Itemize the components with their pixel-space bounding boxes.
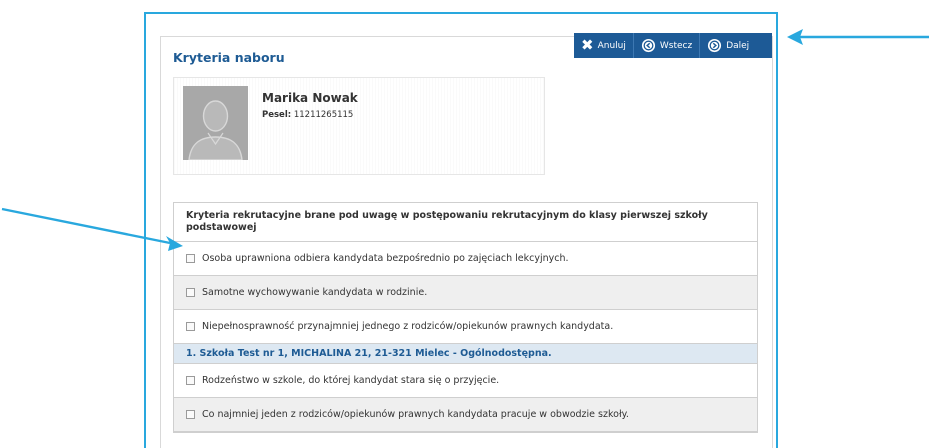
stage: Kryteria naboru ✖ Anuluj Wstecz Dalej Ma… (0, 0, 931, 448)
arrow-icon (787, 29, 929, 45)
arrow-icon (1, 207, 183, 251)
annotation-arrows (1, 29, 929, 251)
